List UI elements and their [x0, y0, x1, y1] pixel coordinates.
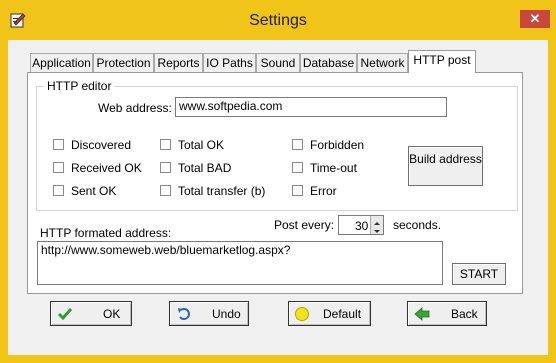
ok-label: OK — [103, 307, 121, 321]
default-button[interactable]: Default — [288, 301, 371, 326]
tab-reports[interactable]: Reports — [154, 53, 203, 73]
start-button[interactable]: START — [452, 263, 506, 285]
tab-label: Application — [32, 56, 91, 70]
post-every-spinner[interactable]: 30 — [338, 215, 384, 235]
tab-label: HTTP post — [413, 53, 471, 67]
forbidden-label: Forbidden — [310, 138, 365, 152]
error-checkbox[interactable] — [292, 185, 303, 196]
time-out-checkbox[interactable] — [292, 162, 303, 173]
web-address-label: Web address: — [98, 101, 172, 115]
received-ok-checkbox[interactable] — [53, 162, 64, 173]
settings-window: Settings ✕ Application Protection Report… — [0, 0, 556, 363]
formatted-address-field[interactable]: http://www.someweb.web/bluemarketlog.asp… — [37, 241, 443, 285]
arrow-down-icon — [374, 230, 380, 233]
tab-io-paths[interactable]: IO Paths — [203, 53, 256, 73]
time-out-label: Time-out — [310, 161, 357, 175]
tab-label: Protection — [96, 56, 151, 70]
build-address-label: Build address — [409, 152, 482, 166]
default-label: Default — [323, 307, 362, 321]
tab-label: Reports — [157, 56, 200, 70]
seconds-label: seconds. — [393, 218, 442, 232]
build-address-button[interactable]: Build address — [408, 146, 483, 186]
arrow-left-icon — [414, 306, 430, 325]
spin-down-button[interactable] — [370, 225, 383, 234]
tab-application[interactable]: Application — [30, 53, 93, 73]
back-button[interactable]: Back — [407, 301, 487, 326]
undo-label: Undo — [212, 307, 241, 321]
discovered-label: Discovered — [71, 138, 132, 152]
total-bad-checkbox[interactable] — [160, 162, 171, 173]
post-every-value: 30 — [355, 219, 369, 233]
total-ok-checkbox[interactable] — [160, 139, 171, 150]
tab-http-post[interactable]: HTTP post — [408, 50, 476, 73]
back-label: Back — [451, 307, 478, 321]
http-editor-legend: HTTP editor — [44, 79, 115, 93]
sent-ok-label: Sent OK — [71, 184, 117, 198]
total-transfer-label: Total transfer (b) — [178, 184, 266, 198]
tab-label: Sound — [260, 56, 296, 70]
tab-network[interactable]: Network — [357, 53, 408, 73]
ok-button[interactable]: OK — [50, 301, 132, 326]
sent-ok-checkbox[interactable] — [53, 185, 64, 196]
forbidden-checkbox[interactable] — [292, 139, 303, 150]
tab-sound[interactable]: Sound — [256, 53, 300, 73]
check-icon — [57, 306, 73, 325]
formatted-address-label: HTTP formated address: — [40, 226, 172, 240]
close-icon: ✕ — [529, 11, 541, 26]
web-address-value: www.softpedia.com — [179, 99, 283, 113]
total-transfer-checkbox[interactable] — [160, 185, 171, 196]
spin-up-button[interactable] — [370, 216, 383, 225]
window-title: Settings — [249, 12, 307, 29]
web-address-input[interactable]: www.softpedia.com — [175, 97, 447, 117]
yellow-dot-icon — [294, 306, 310, 325]
tab-label: Database — [302, 56, 355, 70]
post-every-label: Post every: — [274, 218, 335, 232]
tab-label: IO Paths — [206, 56, 253, 70]
tab-label: Network — [360, 56, 405, 70]
tab-protection[interactable]: Protection — [93, 53, 154, 73]
formatted-address-value: http://www.someweb.web/bluemarketlog.asp… — [41, 243, 291, 257]
total-ok-label: Total OK — [178, 138, 225, 152]
received-ok-label: Received OK — [71, 161, 142, 175]
undo-icon — [176, 306, 192, 325]
error-label: Error — [310, 184, 337, 198]
close-button[interactable]: ✕ — [520, 10, 550, 28]
title-bar[interactable]: Settings ✕ — [0, 0, 556, 40]
start-label: START — [459, 267, 499, 281]
undo-button[interactable]: Undo — [169, 301, 249, 326]
total-bad-label: Total BAD — [178, 161, 232, 175]
discovered-checkbox[interactable] — [53, 139, 64, 150]
tab-database[interactable]: Database — [300, 53, 357, 73]
